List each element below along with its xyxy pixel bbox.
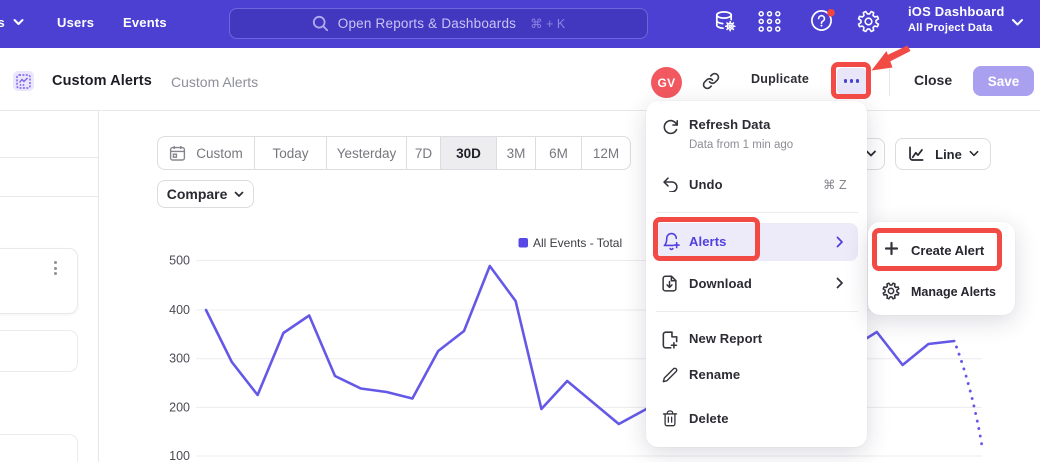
svg-text:400: 400 [169, 303, 190, 317]
svg-text:100: 100 [169, 449, 190, 462]
svg-text:300: 300 [169, 352, 190, 366]
svg-text:500: 500 [169, 254, 190, 268]
svg-text:All Events - Total: All Events - Total [533, 236, 622, 250]
svg-text:200: 200 [169, 400, 190, 414]
